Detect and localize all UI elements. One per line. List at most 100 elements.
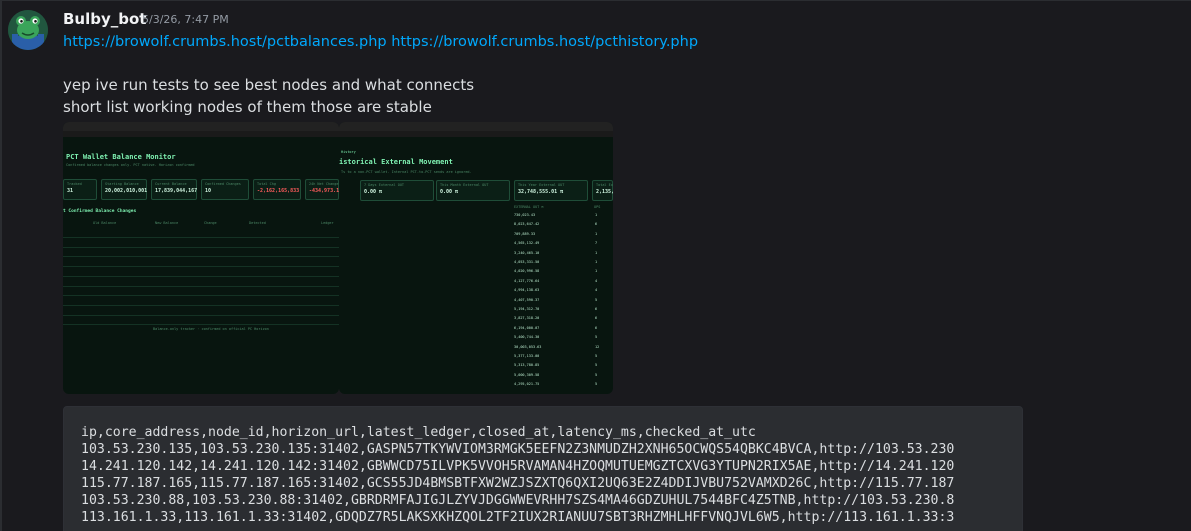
ops-value: 6 bbox=[595, 325, 598, 330]
summary-card: Current Balance 17,839,044,167 bbox=[151, 179, 197, 200]
frame-left-border bbox=[0, 0, 2, 531]
summary-card-label: Tracked bbox=[67, 182, 82, 186]
external-out-value: 5,377,133.00 bbox=[514, 354, 540, 358]
summary-card-value: 0.00 π bbox=[364, 189, 383, 195]
ops-value: 1 bbox=[595, 213, 598, 217]
external-out-value: 4,407,590.37 bbox=[514, 297, 540, 302]
ops-value: 5 bbox=[595, 363, 598, 368]
external-out-value: 6,194,000.07 bbox=[514, 325, 540, 330]
ops-value: 6 bbox=[595, 222, 598, 227]
code-line: 115.77.187.165,115.77.187.165:31402,GCS5… bbox=[81, 476, 955, 491]
summary-card-value: 32,748,555.01 π bbox=[518, 189, 564, 195]
external-out-value: 4,020,996.58 bbox=[514, 269, 540, 274]
external-out-value: 4,994,138.63 bbox=[514, 288, 540, 293]
summary-card-value: 10 bbox=[205, 188, 212, 194]
external-out-value: 5,000,309.58 bbox=[514, 372, 540, 377]
table-row bbox=[63, 266, 339, 268]
summary-card-label: This Month External OUT bbox=[440, 183, 489, 187]
code-line: 103.53.230.88,103.53.230.88:31402,GBRDRM… bbox=[81, 493, 955, 508]
message-line-2: short list working nodes of them those a… bbox=[63, 98, 432, 116]
table-row bbox=[63, 295, 339, 297]
summary-card-value: 31 bbox=[67, 188, 74, 194]
ops-value: 12 bbox=[595, 344, 600, 349]
external-out-value: 730,023.43 bbox=[514, 213, 536, 217]
balance-monitor-title: PCT Wallet Balance Monitor bbox=[66, 153, 176, 161]
code-line: 103.53.230.135,103.53.230.135:31402,GASP… bbox=[81, 442, 955, 457]
ops-value: 5 bbox=[595, 297, 598, 302]
summary-card: 7 Days External OUT 0.00 π bbox=[360, 180, 434, 201]
attachment-external-movement[interactable]: History istorical External Movement Ts t… bbox=[339, 122, 613, 394]
browser-tabbar bbox=[63, 122, 339, 131]
table-row bbox=[63, 275, 339, 277]
attachment-balance-monitor[interactable]: PCT Wallet Balance Monitor Confirmed bal… bbox=[63, 122, 339, 394]
history-subtitle: Ts to a non-PCT wallet. Internal PCT-to-… bbox=[341, 170, 472, 174]
message-timestamp: 5/3/26, 7:47 PM bbox=[142, 13, 229, 26]
summary-card: This Month External OUT 0.00 π bbox=[436, 180, 510, 201]
link-pcthistory[interactable]: https://browolf.crumbs.host/pcthistory.p… bbox=[391, 34, 698, 50]
history-breadcrumb: History bbox=[341, 150, 356, 154]
link-pctbalances[interactable]: https://browolf.crumbs.host/pctbalances.… bbox=[63, 34, 387, 50]
summary-card: Total Exter 2,135,01 bbox=[592, 180, 613, 201]
ops-value: 7 bbox=[595, 241, 598, 246]
summary-card-label: This Year External OUT bbox=[518, 183, 565, 187]
message-links: https://browolf.crumbs.host/pctbalances.… bbox=[63, 32, 698, 52]
summary-card: Tracked 31 bbox=[63, 179, 97, 200]
table-row bbox=[63, 246, 339, 248]
csv-code-block[interactable]: ip,core_address,node_id,horizon_url,late… bbox=[63, 406, 1023, 531]
ops-value: 6 bbox=[595, 307, 598, 311]
external-out-value: 4,127,776.64 bbox=[514, 278, 540, 283]
summary-card: Total Chg -2,162,165,833 bbox=[253, 179, 301, 200]
external-out-value: 3,827,318.20 bbox=[514, 316, 540, 321]
frame-top-border bbox=[0, 0, 1191, 1]
external-out-value: 4,565,132.49 bbox=[514, 241, 540, 246]
ops-value: 1 bbox=[595, 231, 598, 236]
ops-value: 6 bbox=[595, 316, 598, 321]
message-author[interactable]: Bulby_bot bbox=[63, 10, 146, 28]
frog-avatar-icon bbox=[8, 10, 48, 50]
avatar[interactable] bbox=[8, 10, 48, 50]
summary-card-value: 17,839,044,167 bbox=[155, 188, 198, 194]
external-out-value: 4,295,021.75 bbox=[514, 382, 540, 387]
code-line: 113.161.1.33,113.161.1.33:31402,GDQDZ7R5… bbox=[81, 510, 955, 525]
external-out-value: 5,313,780.85 bbox=[514, 363, 540, 368]
table-row bbox=[63, 285, 339, 287]
browser-tabbar bbox=[339, 122, 613, 131]
external-out-value: 5,194,312.70 bbox=[514, 307, 540, 311]
external-out-value: 4,053,331.50 bbox=[514, 260, 540, 264]
summary-card-value: 2,135,01 bbox=[596, 189, 613, 195]
table-column-header: EXTERNAL OUT π bbox=[514, 205, 544, 209]
summary-card-label: Confirmed Changes bbox=[205, 182, 241, 186]
balance-monitor-subtitle: Confirmed balance changes only. PCT nati… bbox=[66, 163, 195, 167]
balance-changes-heading: t Confirmed Balance Changes bbox=[63, 209, 137, 214]
ops-value: 5 bbox=[595, 382, 598, 387]
summary-card-label: 24h Net Change bbox=[309, 182, 339, 186]
summary-card-value: -2,162,165,833 bbox=[257, 188, 300, 194]
summary-card-value: 20,002,010,001 bbox=[105, 188, 148, 194]
table-column-header: Detected bbox=[249, 221, 266, 225]
browser-toolbar bbox=[63, 131, 339, 137]
table-row bbox=[63, 324, 339, 326]
table-column-header: Change bbox=[204, 221, 217, 225]
history-title: istorical External Movement bbox=[339, 158, 453, 166]
summary-card-label: Total Chg bbox=[257, 182, 276, 186]
summary-card-label: Starting Balance bbox=[105, 182, 139, 186]
ops-value: 5 bbox=[595, 372, 598, 377]
ops-value: 4 bbox=[595, 278, 598, 283]
summary-card: 24h Net Change -434,973.1 bbox=[305, 179, 339, 200]
browser-toolbar bbox=[339, 131, 613, 137]
code-line: 14.241.120.142,14.241.120.142:31402,GBWW… bbox=[81, 459, 955, 474]
table-row bbox=[63, 256, 339, 258]
external-out-value: 5,400,744.30 bbox=[514, 335, 540, 340]
ops-value: 5 bbox=[595, 354, 598, 358]
external-out-value: 8,023,647.42 bbox=[514, 222, 540, 227]
table-column-header: OPS bbox=[594, 205, 601, 209]
summary-card-value: 0.00 π bbox=[440, 189, 459, 195]
summary-card: Starting Balance 20,002,010,001 bbox=[101, 179, 147, 200]
table-row bbox=[63, 237, 339, 238]
table-column-header: New Balance bbox=[155, 221, 179, 225]
external-out-value: 709,889.33 bbox=[514, 231, 536, 236]
ops-value: 1 bbox=[595, 250, 598, 255]
table-row bbox=[63, 304, 339, 306]
message-line-1: yep ive run tests to see best nodes and … bbox=[63, 76, 475, 94]
summary-card: This Year External OUT 32,748,555.01 π bbox=[514, 180, 588, 201]
